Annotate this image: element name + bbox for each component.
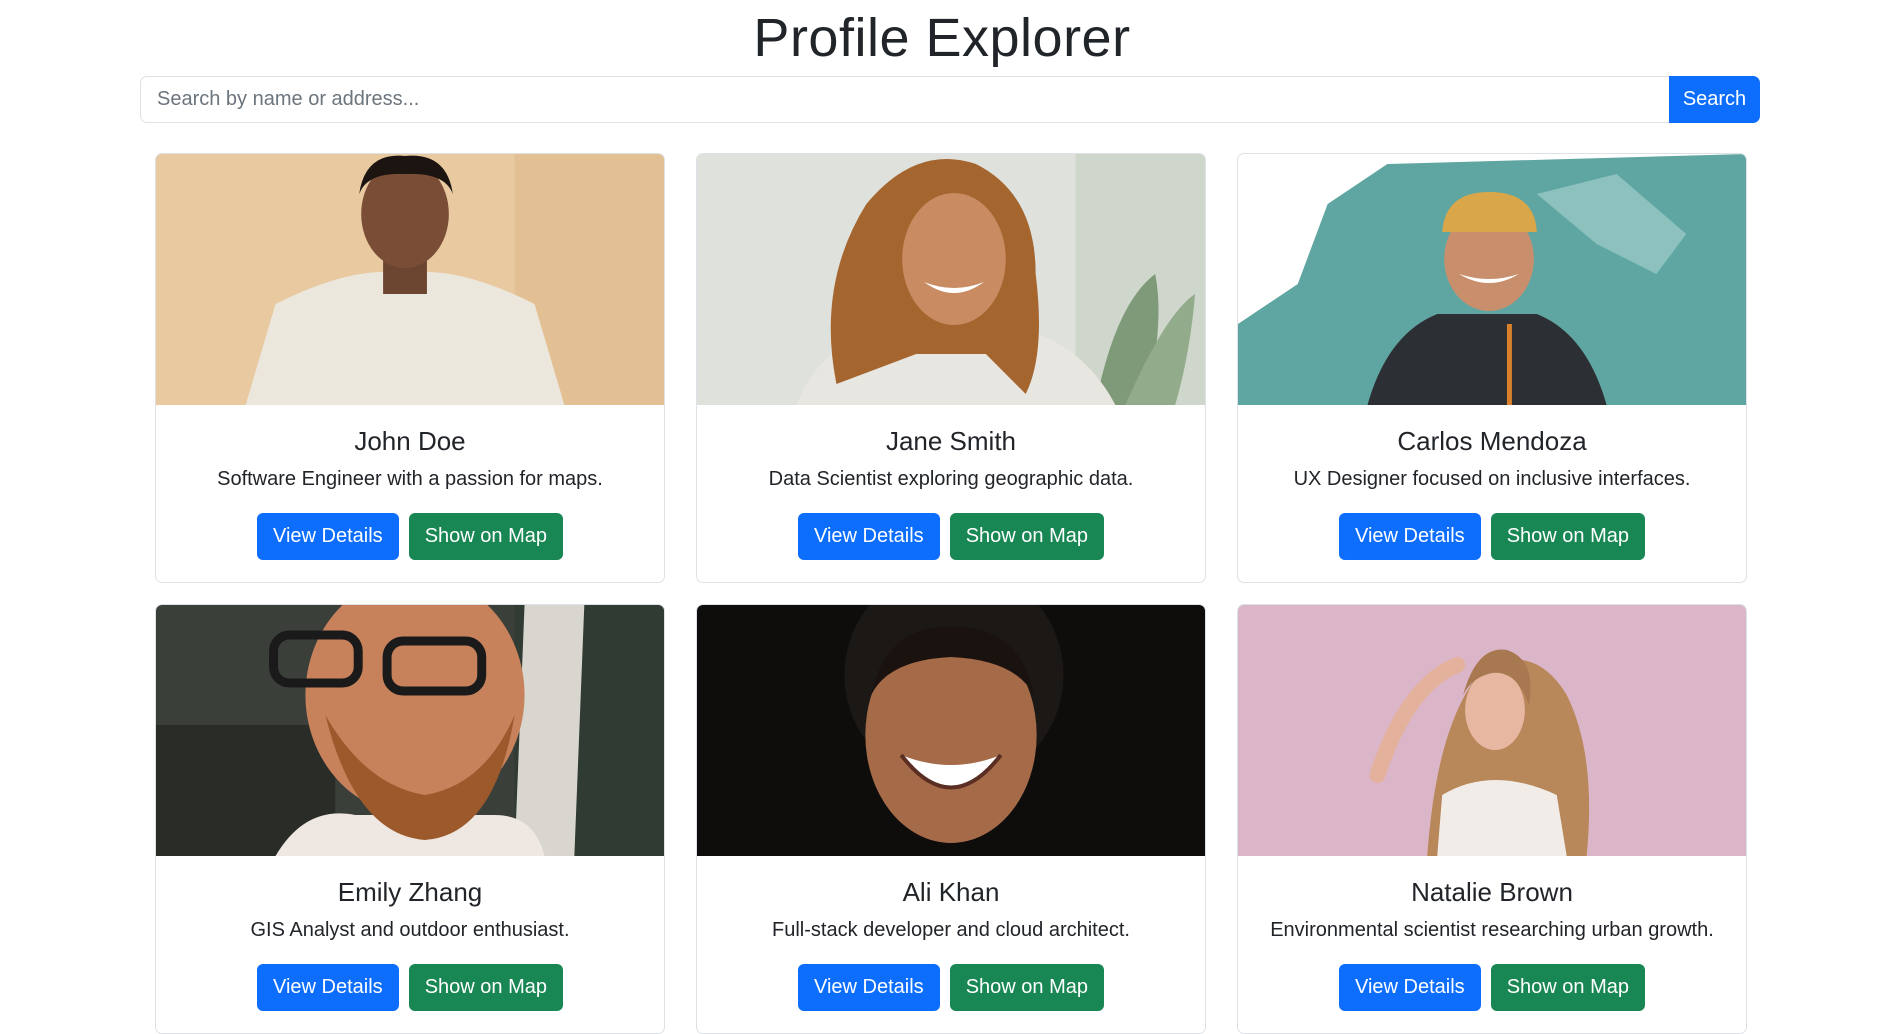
- view-details-button[interactable]: View Details: [1339, 513, 1481, 560]
- profile-card: Ali Khan Full-stack developer and cloud …: [696, 604, 1206, 1034]
- profile-description: GIS Analyst and outdoor enthusiast.: [250, 919, 570, 941]
- view-details-button[interactable]: View Details: [798, 513, 940, 560]
- show-on-map-button[interactable]: Show on Map: [949, 964, 1104, 1011]
- profile-name: Emily Zhang: [337, 877, 483, 907]
- view-details-button[interactable]: View Details: [1339, 964, 1481, 1011]
- profile-photo: [1238, 605, 1746, 856]
- profile-description: Data Scientist exploring geographic data…: [768, 468, 1134, 490]
- view-details-button[interactable]: View Details: [257, 513, 399, 560]
- profile-description: Environmental scientist researching urba…: [1270, 919, 1714, 941]
- profile-name: Natalie Brown: [1411, 877, 1573, 907]
- profile-description: Full-stack developer and cloud architect…: [772, 919, 1130, 941]
- profile-grid: John Doe Software Engineer with a passio…: [155, 153, 1747, 1034]
- profile-name: Carlos Mendoza: [1397, 426, 1587, 456]
- profile-photo: [1238, 154, 1746, 405]
- profile-photo: [156, 154, 664, 405]
- profile-photo: [697, 605, 1205, 856]
- show-on-map-button[interactable]: Show on Map: [408, 964, 563, 1011]
- show-on-map-button[interactable]: Show on Map: [1490, 964, 1645, 1011]
- view-details-button[interactable]: View Details: [257, 964, 399, 1011]
- profile-description: UX Designer focused on inclusive interfa…: [1293, 468, 1691, 490]
- profile-card: Carlos Mendoza UX Designer focused on in…: [1237, 153, 1747, 583]
- show-on-map-button[interactable]: Show on Map: [1490, 513, 1645, 560]
- profile-card: Emily Zhang GIS Analyst and outdoor enth…: [155, 604, 665, 1034]
- profile-name: Ali Khan: [902, 877, 1000, 907]
- profile-name: John Doe: [354, 426, 466, 456]
- profile-card: Jane Smith Data Scientist exploring geog…: [696, 153, 1206, 583]
- profile-card: John Doe Software Engineer with a passio…: [155, 153, 665, 583]
- profile-description: Software Engineer with a passion for map…: [217, 468, 603, 490]
- page-title: Profile Explorer: [753, 8, 1131, 68]
- profile-photo: [697, 154, 1205, 405]
- search-bar: Search: [140, 76, 1760, 123]
- profile-name: Jane Smith: [885, 426, 1017, 456]
- show-on-map-button[interactable]: Show on Map: [408, 513, 563, 560]
- search-button[interactable]: Search: [1669, 76, 1760, 123]
- show-on-map-button[interactable]: Show on Map: [949, 513, 1104, 560]
- view-details-button[interactable]: View Details: [798, 964, 940, 1011]
- profile-photo: [156, 605, 664, 856]
- profile-card: Natalie Brown Environmental scientist re…: [1237, 604, 1747, 1034]
- search-input[interactable]: [140, 76, 1669, 123]
